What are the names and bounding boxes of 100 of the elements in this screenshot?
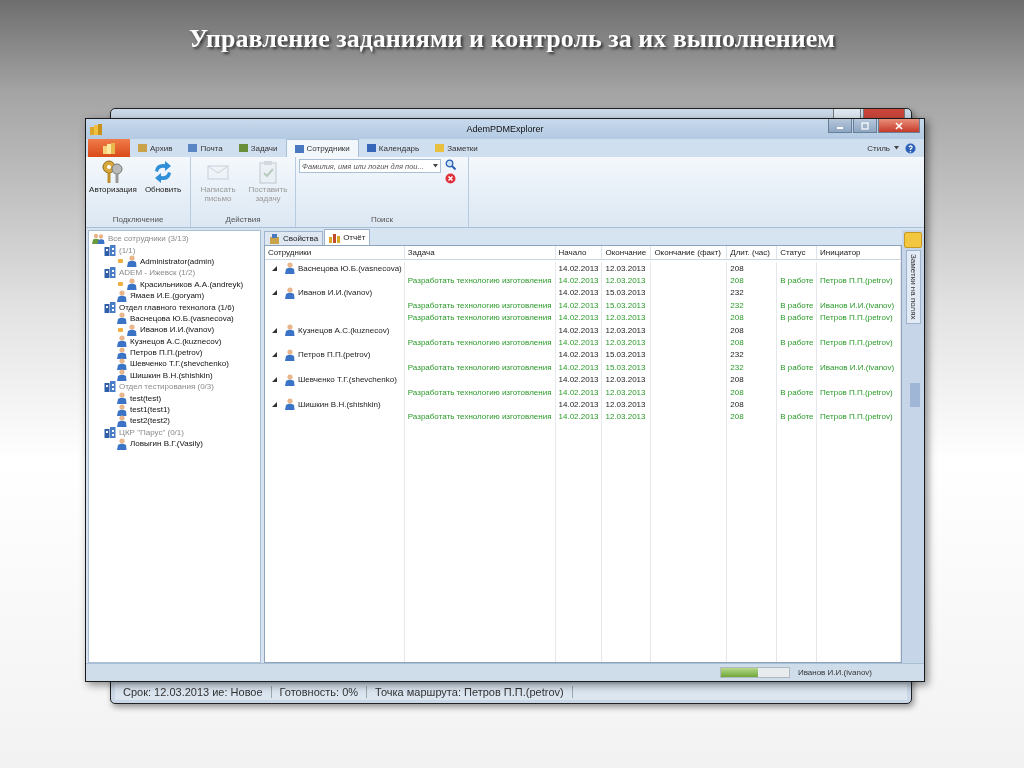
table-cell: 208	[730, 263, 744, 273]
tab-icon	[188, 144, 198, 152]
person-icon	[284, 324, 295, 337]
tree-item[interactable]: Ямаев И.Е.(goryam)	[130, 291, 205, 301]
person-icon	[126, 255, 137, 268]
column-header[interactable]: Задача	[404, 246, 556, 259]
content-tab[interactable]: Отчёт	[324, 229, 371, 245]
column-header[interactable]: Окончание	[602, 246, 652, 259]
tree-item[interactable]: Отдел главного технолога (1/6)	[119, 302, 235, 312]
tree-item[interactable]: Красильников А.А.(andreyk)	[140, 279, 244, 289]
tab-icon	[366, 144, 376, 152]
table-cell: 208	[730, 313, 744, 323]
style-menu[interactable]: Стиль	[861, 139, 905, 157]
tree-item[interactable]: ADEM - Ижевск (1/2)	[119, 268, 196, 278]
minimize-button[interactable]	[828, 119, 852, 133]
table-cell: В работе	[780, 276, 814, 286]
column-header[interactable]: Начало	[555, 246, 603, 259]
tab-icon	[294, 144, 304, 153]
table-cell: Разработать технологию изготовления	[407, 387, 552, 397]
person-icon	[284, 262, 295, 275]
ribbon-tab[interactable]: Заметки	[427, 139, 486, 157]
expand-arrow-icon[interactable]	[272, 327, 277, 333]
table-cell: Петров П.П.(petrov)	[820, 313, 893, 323]
expand-arrow-icon[interactable]	[272, 265, 277, 271]
help-icon[interactable]	[905, 142, 916, 154]
expand-arrow-icon[interactable]	[272, 352, 277, 358]
notes-tab[interactable]: Заметки на полях	[905, 250, 921, 324]
caret-icon	[431, 164, 440, 168]
slide-title: Управление заданиями и контроль за их выполнением	[188, 23, 836, 54]
tree-item[interactable]: test2(test2)	[130, 416, 170, 426]
ribbon-tab[interactable]: Почта	[180, 139, 231, 157]
column-header[interactable]: Сотрудники	[265, 246, 405, 259]
table-cell: 208	[730, 375, 744, 385]
table-cell: 208	[730, 338, 744, 348]
person-icon	[284, 286, 295, 299]
status-text: Готовность: 0%	[271, 686, 368, 698]
column-header[interactable]: Длит. (час)	[727, 246, 778, 259]
column-header[interactable]: Статус	[777, 246, 818, 259]
tab-icon	[138, 144, 147, 152]
application-menu-button[interactable]	[88, 139, 130, 157]
table-cell: Разработать технологию изготовления	[407, 362, 552, 372]
tree-item[interactable]: Ловыгин В.Г.(Vasily)	[130, 439, 203, 449]
table-cell: В работе	[780, 313, 814, 323]
ribbon-tab[interactable]: Архив	[130, 139, 181, 157]
table-cell: Разработать технологию изготовления	[407, 313, 552, 323]
tree-item[interactable]: (1/1)	[119, 245, 136, 255]
group-label: Поиск	[369, 215, 395, 226]
tree-item[interactable]: Administrator(admin)	[140, 256, 215, 266]
tree-item[interactable]: ЦКР "Парус" (0/1)	[119, 427, 184, 437]
person-icon	[284, 398, 295, 411]
person-icon	[116, 392, 127, 405]
expand-arrow-icon[interactable]	[272, 290, 277, 296]
content-tab[interactable]: Свойства	[264, 231, 324, 245]
building-icon	[104, 426, 116, 438]
tree-item[interactable]: Иванов И.И.(ivanov)	[140, 325, 215, 335]
table-cell: 14.02.2013	[558, 300, 599, 310]
ribbon-button[interactable]: Авторизация	[89, 159, 137, 215]
table-cell: Иванов И.И.(ivanov)	[820, 362, 895, 372]
table-cell: Иванов И.И.(ivanov)	[298, 288, 373, 298]
tree-item[interactable]: Шишкин В.Н.(shishkin)	[130, 370, 213, 380]
table-cell: 14.02.2013	[558, 387, 599, 397]
tree-item[interactable]: Отдел тестирования (0/3)	[119, 382, 214, 392]
clipboard-icon	[256, 160, 280, 184]
table-cell: В работе	[780, 387, 814, 397]
building-icon	[104, 301, 116, 313]
tree-item[interactable]: test(test)	[130, 393, 162, 403]
column-header[interactable]: Окончание (факт)	[651, 246, 728, 259]
tree-item[interactable]: Шевченко Т.Г.(shevchenko)	[130, 359, 229, 369]
table-cell: 15.03.2013	[605, 300, 646, 310]
table-cell: 208	[730, 400, 744, 409]
tab-icon	[238, 144, 248, 152]
table-cell: Петров П.П.(petrov)	[820, 276, 893, 286]
column-header[interactable]: Инициатор	[817, 246, 901, 259]
person-icon	[116, 414, 127, 427]
ribbon-tab[interactable]: Задачи	[230, 139, 286, 157]
tree-item[interactable]: Васнецова Ю.Б.(vasnecova)	[130, 313, 234, 323]
tree-item[interactable]: Петров П.П.(petrov)	[130, 348, 203, 358]
clear-icon[interactable]	[445, 173, 456, 184]
table-cell: Шевченко Т.Г.(shevchenko)	[298, 375, 397, 385]
tree-item[interactable]: Кузнецов А.С.(kuznecov)	[130, 336, 222, 346]
ribbon-tab[interactable]: Календарь	[358, 139, 428, 157]
table-cell: 208	[730, 276, 744, 286]
tree-item[interactable]: Все сотрудники (3/13)	[108, 234, 189, 244]
tree-item[interactable]: test1(test1)	[130, 405, 170, 415]
ribbon-button[interactable]: Обновить	[139, 159, 187, 215]
ribbon-tab[interactable]: Сотрудники	[285, 139, 359, 157]
table-cell: 15.03.2013	[605, 362, 646, 372]
search-icon[interactable]	[445, 159, 456, 170]
maximize-button[interactable]	[833, 109, 861, 119]
close-button[interactable]	[878, 119, 920, 133]
bars-icon	[103, 142, 115, 154]
bar-chart-icon	[329, 232, 341, 243]
close-button[interactable]	[863, 109, 905, 119]
group-label: Действия	[224, 215, 262, 226]
person-icon	[116, 358, 127, 370]
table-cell: 14.02.2013	[558, 412, 599, 422]
table-cell: В работе	[780, 412, 814, 422]
expand-arrow-icon[interactable]	[272, 402, 277, 407]
scrollbar-thumb[interactable]	[910, 383, 920, 407]
expand-arrow-icon[interactable]	[272, 377, 277, 383]
